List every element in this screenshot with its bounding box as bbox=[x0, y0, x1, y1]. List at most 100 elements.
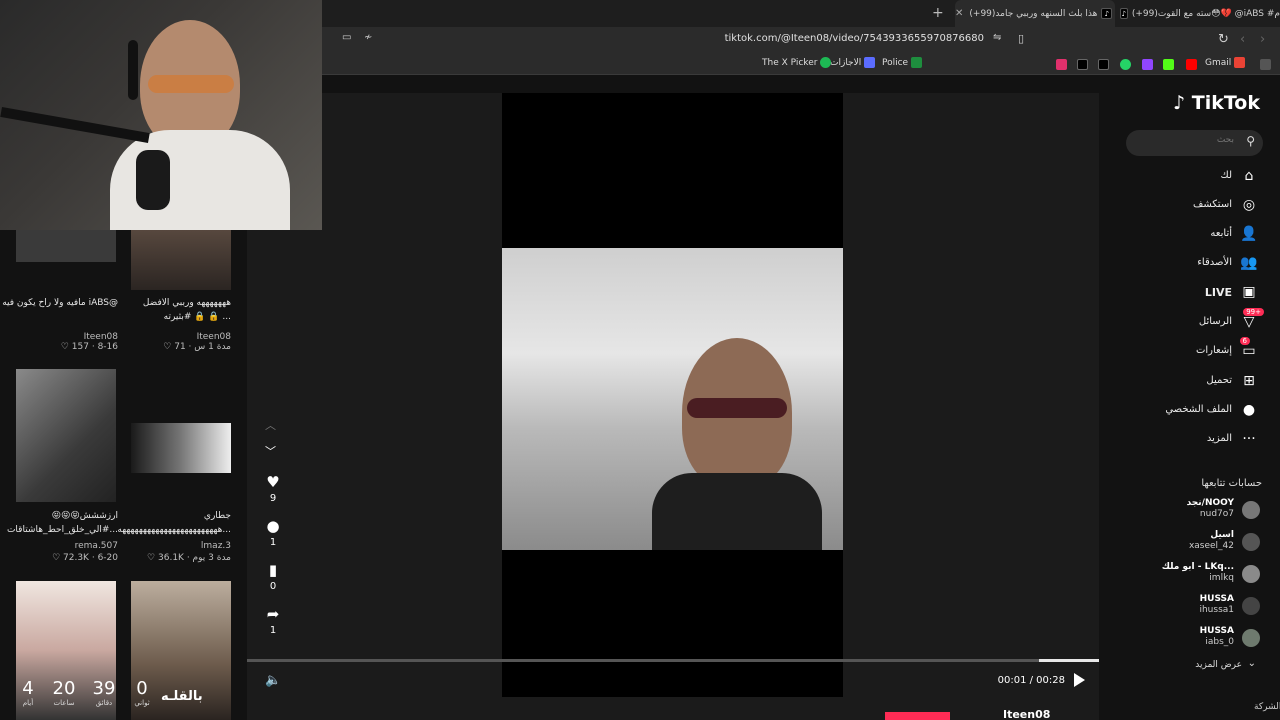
profile-icon: ● bbox=[1242, 402, 1256, 418]
countdown-value: 0 bbox=[136, 678, 148, 699]
tab-inactive[interactable]: ♪ (+99)سته مع القوت😳💔 @iABS #م bbox=[1116, 0, 1280, 27]
countdown-seconds: 0 ثواني bbox=[128, 678, 156, 707]
bookmark-gmail[interactable]: Gmail bbox=[1205, 57, 1246, 68]
nav-item-explore[interactable]: استكشف ◎ bbox=[1110, 195, 1280, 217]
nav-item-upload[interactable]: تحميل ⊞ bbox=[1110, 371, 1280, 393]
volume-icon[interactable]: 🔈 bbox=[265, 673, 281, 688]
nav-item-for-you[interactable]: لك ⌂ bbox=[1110, 166, 1280, 188]
x-icon[interactable] bbox=[1098, 59, 1109, 70]
video-caption[interactable]: هههههههه ورببي الافضل #بثيرته 🔒 🔒 ... bbox=[113, 296, 231, 324]
bookmark-police[interactable]: Police bbox=[882, 57, 923, 68]
thumbnail-label: بالقلـه bbox=[161, 689, 203, 704]
tiktok-favicon-icon: ♪ bbox=[1101, 8, 1113, 19]
instagram-icon[interactable] bbox=[1056, 59, 1067, 70]
chevron-down-icon: ⌄ bbox=[1247, 658, 1256, 669]
bookmark-icon[interactable]: ▯ bbox=[1018, 32, 1024, 45]
video-content[interactable] bbox=[502, 248, 843, 550]
search-input[interactable] bbox=[1134, 135, 1234, 145]
reload-icon[interactable]: ↻ bbox=[1218, 32, 1229, 47]
tiktok-favicon-icon: ♪ bbox=[1120, 8, 1128, 19]
nav-item-more[interactable]: المزيد ··· bbox=[1110, 429, 1280, 451]
account-handle: xaseel_42 bbox=[1188, 541, 1234, 551]
video-author[interactable]: Iteen08 bbox=[113, 332, 231, 342]
tab-active[interactable]: ✕ (+99)هذا بلث السنهه ورببي جامد ♪ bbox=[955, 0, 1115, 27]
upload-icon: ⊞ bbox=[1243, 373, 1255, 389]
nav-item-following[interactable]: أتابعه 👤 bbox=[1110, 224, 1280, 246]
video-caption[interactable]: مافيه ولا راح يكون فيه iABS@ bbox=[0, 296, 118, 310]
bookmark-label: The X Picker bbox=[762, 57, 818, 68]
following-account[interactable]: HUSSA ihussa1 bbox=[1110, 594, 1280, 622]
video-thumbnail[interactable] bbox=[131, 423, 231, 473]
like-count: 157 bbox=[71, 342, 89, 352]
video-thumbnail[interactable] bbox=[131, 226, 231, 290]
comment-icon[interactable]: ● bbox=[259, 517, 287, 537]
nav-item-messages[interactable]: الرسائل ▽ 99+ bbox=[1110, 308, 1280, 334]
whatsapp-icon[interactable] bbox=[1120, 59, 1131, 70]
list-icon bbox=[864, 57, 876, 68]
new-tab-icon[interactable]: + bbox=[932, 5, 944, 21]
messages-badge: 99+ bbox=[1243, 308, 1264, 316]
countdown-value: 4 bbox=[22, 678, 34, 699]
video-author[interactable]: lmaz.3 bbox=[113, 541, 231, 551]
account-name: نجد/NOOY bbox=[1186, 498, 1234, 508]
cast-icon[interactable]: ▭ bbox=[342, 32, 351, 43]
bookmark-vacations[interactable]: الاجازات bbox=[830, 57, 876, 68]
twitch-icon[interactable] bbox=[1142, 59, 1153, 70]
forward-icon[interactable]: › bbox=[1260, 32, 1265, 47]
nav-item-friends[interactable]: الأصدقاء 👥 bbox=[1110, 253, 1280, 275]
following-account[interactable]: اسيل xaseel_42 bbox=[1110, 530, 1280, 558]
video-thumbnail[interactable] bbox=[16, 226, 116, 262]
video-player[interactable]: ︿ ﹀ ♥ 9 ● 1 ▮ 0 ➦ 1 🔈 00:01 / 00:28 bbox=[247, 93, 1099, 720]
save-icon[interactable]: ▮ bbox=[259, 561, 287, 581]
nav-item-live[interactable]: LIVE ▣ bbox=[1110, 282, 1280, 304]
sunglasses-shape bbox=[687, 398, 787, 418]
nav-item-profile[interactable]: الملف الشخصي ● bbox=[1110, 400, 1280, 422]
countdown-hours: 20 ساعات bbox=[50, 678, 78, 707]
youtube-icon[interactable] bbox=[1186, 59, 1197, 70]
explore-icon: ◎ bbox=[1242, 197, 1256, 213]
following-account[interactable]: HUSSA iabs_0 bbox=[1110, 626, 1280, 654]
tiktok-icon[interactable] bbox=[1077, 59, 1088, 70]
heart-icon: ♡ bbox=[52, 553, 61, 563]
x-picker-icon bbox=[820, 57, 832, 68]
following-account[interactable]: نجد/NOOY nud7o7 bbox=[1110, 498, 1280, 526]
following-account[interactable]: ابو ملك - LKq... imlkq bbox=[1110, 562, 1280, 590]
bottom-username[interactable]: Iteen08 bbox=[1003, 708, 1050, 720]
previous-video-icon[interactable]: ︿ bbox=[265, 417, 276, 433]
save-count: 0 bbox=[269, 581, 277, 592]
video-caption[interactable]: جطاري ههههههههههههههههههههههههه... bbox=[113, 509, 231, 537]
nav-item-activity[interactable]: إشعارات ▭ 6 bbox=[1110, 337, 1280, 363]
extension-icon[interactable]: ≁ bbox=[364, 32, 372, 43]
search-icon[interactable]: ⚲ bbox=[1246, 134, 1255, 148]
video-caption[interactable]: ارزششش😝😝😝 #الي_خلق_احط_هاشتاقات... bbox=[0, 509, 118, 537]
account-name: HUSSA bbox=[1199, 626, 1234, 636]
video-author[interactable]: Iteen08 bbox=[0, 332, 118, 342]
streamer-glasses bbox=[148, 75, 234, 93]
bookmark-label: الاجازات bbox=[830, 57, 862, 68]
tiktok-logo[interactable]: ♪ TikTok bbox=[1173, 92, 1260, 114]
video-thumbnail[interactable] bbox=[16, 369, 116, 502]
url-field[interactable]: tiktok.com/@Iteen08/video/75439336559708… bbox=[725, 33, 984, 44]
video-author[interactable]: rema.507 bbox=[0, 541, 118, 551]
account-handle: ihussa1 bbox=[1199, 605, 1234, 615]
bookmark-x-picker[interactable]: The X Picker bbox=[762, 57, 832, 68]
follow-button[interactable] bbox=[885, 712, 950, 720]
tiktok-sidebar: ♪ TikTok ⚲ لك ⌂ استكشف ◎ أتابعه 👤 الأصدقاء 👥… bbox=[1110, 76, 1280, 720]
back-icon[interactable]: ‹ bbox=[1240, 32, 1245, 47]
close-tab-icon[interactable]: ✕ bbox=[955, 8, 963, 19]
share-icon[interactable]: ➦ bbox=[259, 605, 287, 625]
share-count: 1 bbox=[269, 625, 277, 636]
like-icon[interactable]: ♥ bbox=[259, 473, 287, 493]
avatar bbox=[1242, 501, 1260, 519]
next-video-icon[interactable]: ﹀ bbox=[265, 443, 276, 459]
company-link[interactable]: الشركة bbox=[1254, 702, 1280, 712]
account-handle: iabs_0 bbox=[1205, 637, 1234, 647]
search-box[interactable]: ⚲ bbox=[1126, 130, 1263, 156]
show-more-link[interactable]: عرض المزيد bbox=[1195, 660, 1242, 670]
site-settings-icon[interactable]: ⇋ bbox=[993, 32, 1001, 43]
apps-grid-icon[interactable] bbox=[1260, 59, 1271, 70]
progress-bar[interactable] bbox=[247, 659, 1099, 662]
play-icon[interactable] bbox=[1074, 673, 1085, 687]
kick-icon[interactable] bbox=[1163, 59, 1174, 70]
logo-text: TikTok bbox=[1191, 92, 1260, 114]
